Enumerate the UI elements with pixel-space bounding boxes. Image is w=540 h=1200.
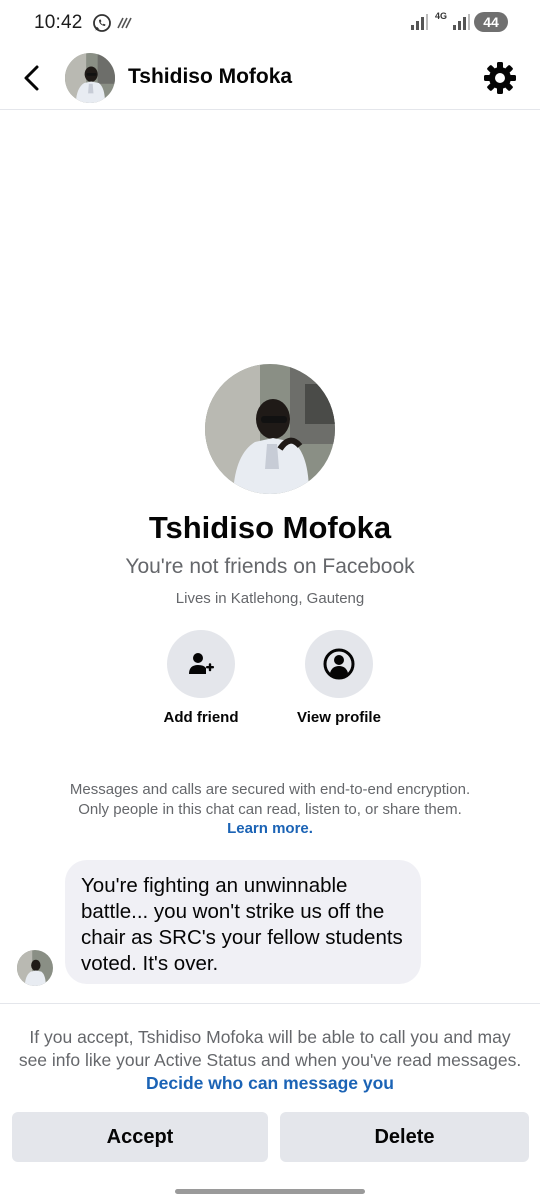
person-circle-icon bbox=[323, 648, 355, 680]
decide-who-link[interactable]: Decide who can message you bbox=[146, 1073, 394, 1093]
message-bubble[interactable]: You're fighting an unwinnable battle... … bbox=[65, 860, 421, 984]
gear-icon bbox=[484, 62, 516, 94]
home-indicator[interactable] bbox=[175, 1189, 365, 1194]
status-time: 10:42 bbox=[34, 12, 83, 33]
status-bar: 10:42 4G 44 bbox=[0, 0, 540, 46]
avatar-photo bbox=[65, 53, 115, 103]
friend-status: You're not friends on Facebook bbox=[125, 555, 415, 578]
back-arrow-icon bbox=[24, 65, 39, 91]
message-avatar[interactable] bbox=[17, 950, 53, 986]
request-notice: If you accept, Tshidiso Mofoka will be a… bbox=[14, 1026, 526, 1095]
add-friend-button[interactable]: Add friend bbox=[141, 630, 261, 726]
signal-icon bbox=[453, 14, 470, 30]
data-saver-icon bbox=[117, 17, 132, 29]
battery-icon: 44 bbox=[474, 12, 508, 32]
profile-avatar[interactable] bbox=[205, 364, 335, 494]
encryption-notice: Messages and calls are secured with end-… bbox=[60, 780, 480, 839]
messenger-chat-screen: 10:42 4G 44 Tshidiso Mofoka Tshidiso Mof… bbox=[0, 0, 540, 1200]
delete-button[interactable]: Delete bbox=[280, 1112, 529, 1162]
profile-name: Tshidiso Mofoka bbox=[148, 510, 392, 545]
accept-button[interactable]: Accept bbox=[12, 1112, 268, 1162]
whatsapp-icon bbox=[93, 14, 111, 32]
view-profile-circle[interactable] bbox=[305, 630, 373, 698]
add-friend-label: Add friend bbox=[163, 709, 239, 726]
message-request-panel: If you accept, Tshidiso Mofoka will be a… bbox=[0, 1003, 540, 1200]
view-profile-button[interactable]: View profile bbox=[279, 630, 399, 726]
add-friend-circle[interactable] bbox=[167, 630, 235, 698]
view-profile-label: View profile bbox=[297, 709, 381, 726]
message-text: You're fighting an unwinnable battle... … bbox=[81, 874, 403, 975]
back-button[interactable] bbox=[14, 60, 50, 96]
avatar-photo bbox=[17, 950, 53, 986]
settings-button[interactable] bbox=[480, 58, 520, 98]
avatar[interactable] bbox=[65, 53, 115, 103]
network-type: 4G bbox=[434, 11, 447, 21]
profile-location: Lives in Katlehong, Gauteng bbox=[175, 590, 365, 607]
avatar-photo bbox=[205, 364, 335, 494]
learn-more-link[interactable]: Learn more. bbox=[227, 820, 313, 837]
request-text: If you accept, Tshidiso Mofoka will be a… bbox=[18, 1027, 522, 1070]
header-contact-name[interactable]: Tshidiso Mofoka bbox=[128, 65, 292, 89]
chat-header: Tshidiso Mofoka bbox=[0, 46, 540, 110]
add-person-icon bbox=[189, 653, 214, 674]
signal-icon bbox=[411, 14, 428, 30]
encryption-text: Messages and calls are secured with end-… bbox=[69, 781, 471, 818]
